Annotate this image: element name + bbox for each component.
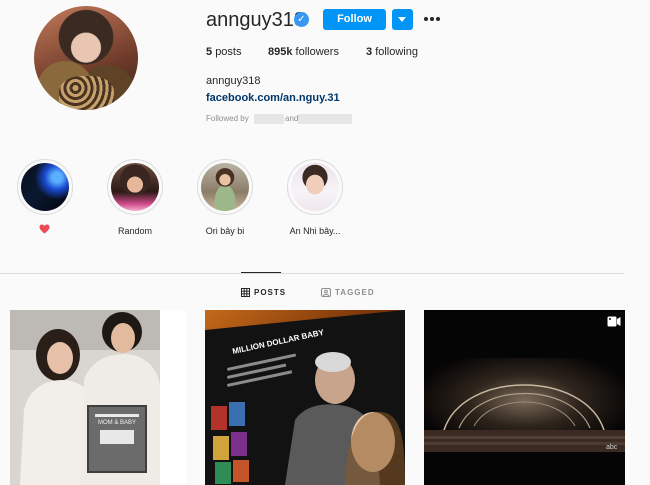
- post-watermark: abc: [606, 444, 618, 451]
- video-icon: [607, 316, 621, 327]
- posts-count: 5: [206, 46, 213, 58]
- followers-stat[interactable]: 895k followers: [268, 46, 339, 58]
- followed-by-and: and: [285, 114, 299, 123]
- profile-avatar[interactable]: [34, 6, 138, 110]
- post-image-couple: MOM & BABY: [10, 310, 186, 485]
- follow-button[interactable]: Follow: [323, 9, 386, 30]
- highlight-item[interactable]: [17, 159, 73, 234]
- tag-icon: [321, 288, 331, 298]
- tabs-divider: [0, 273, 624, 274]
- bio-name: annguy318: [206, 75, 261, 87]
- following-label: following: [375, 46, 418, 58]
- tab-tagged[interactable]: TAGGED: [321, 288, 375, 298]
- tab-posts-label: POSTS: [254, 288, 287, 297]
- highlight-item[interactable]: An Nhi bây...: [287, 159, 343, 236]
- highlight-cover: [111, 163, 159, 211]
- following-stat[interactable]: 3 following: [366, 46, 418, 58]
- posts-label: posts: [215, 46, 242, 58]
- post-image-stage: abc: [424, 310, 625, 485]
- post-thumbnail[interactable]: MOM & BABY: [10, 310, 186, 485]
- profile-username: annguy318: [206, 9, 305, 31]
- redacted-username: [298, 114, 352, 124]
- chevron-down-icon: [398, 17, 406, 22]
- highlight-cover: [291, 163, 339, 211]
- more-options-button[interactable]: [422, 9, 442, 30]
- active-tab-indicator: [241, 272, 281, 273]
- tab-tagged-label: TAGGED: [335, 288, 375, 297]
- highlight-label: Random: [117, 226, 153, 236]
- highlight-item[interactable]: Random: [107, 159, 163, 236]
- highlight-item[interactable]: Ori bây bi: [197, 159, 253, 236]
- dot: [430, 17, 434, 21]
- post-thumbnail[interactable]: MILLION DOLLAR BABY: [205, 310, 405, 485]
- followers-count: 895k: [268, 46, 293, 58]
- highlight-ring: [107, 159, 163, 215]
- verified-badge-icon: ✓: [294, 12, 309, 27]
- post-thumbnail[interactable]: abc: [424, 310, 625, 485]
- tab-posts[interactable]: POSTS: [241, 288, 287, 298]
- highlight-ring: [17, 159, 73, 215]
- followers-label: followers: [295, 46, 339, 58]
- highlight-ring: [197, 159, 253, 215]
- dot: [424, 17, 428, 21]
- posts-stat: 5 posts: [206, 46, 241, 58]
- dot: [436, 17, 440, 21]
- followed-by-label[interactable]: Followed by: [206, 114, 249, 123]
- highlight-label: An Nhi bây...: [289, 226, 341, 236]
- post-image-tv: MILLION DOLLAR BABY: [205, 310, 405, 485]
- highlight-cover: [21, 163, 69, 211]
- suggested-dropdown-button[interactable]: [392, 9, 413, 30]
- highlight-ring: [287, 159, 343, 215]
- bio-link[interactable]: facebook.com/an.nguy.31: [206, 92, 340, 104]
- sign-text: MOM & BABY: [98, 420, 136, 426]
- grid-icon: [241, 288, 250, 298]
- following-count: 3: [366, 46, 373, 58]
- heart-icon: [39, 224, 50, 234]
- highlight-label: Ori bây bi: [205, 226, 245, 236]
- redacted-username: [254, 114, 284, 124]
- highlight-cover: [201, 163, 249, 211]
